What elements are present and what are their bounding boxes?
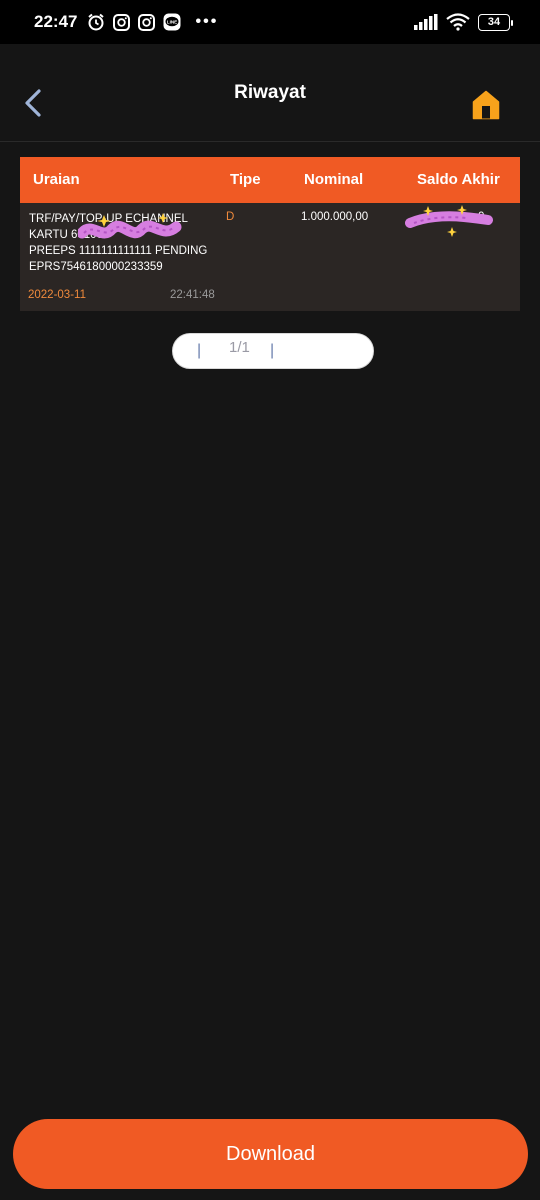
column-header-uraian: Uraian — [33, 171, 80, 188]
next-page-button[interactable]: | — [270, 342, 274, 360]
ending-balance: 0 — [478, 211, 485, 223]
previous-page-button[interactable]: | — [197, 342, 201, 360]
svg-text:LINE: LINE — [167, 19, 177, 24]
status-bar: 22:47 LINE ••• 34 — [0, 0, 540, 44]
battery-indicator: 34 — [478, 13, 513, 31]
home-button[interactable] — [472, 90, 502, 120]
transaction-date: 2022-03-11 — [28, 289, 86, 301]
instagram-icon — [138, 13, 156, 31]
wifi-icon — [446, 13, 470, 31]
transaction-time: 22:41:48 — [170, 289, 215, 301]
download-button[interactable]: Download — [13, 1119, 528, 1189]
transaction-table: Uraian Tipe Nominal Saldo Akhir TRF/PAY/… — [20, 157, 520, 311]
table-row[interactable]: TRF/PAY/TOP-UP ECHANNEL KARTU 601000 PRE… — [20, 203, 520, 311]
status-time: 22:47 — [34, 12, 78, 31]
home-icon — [472, 90, 500, 124]
chevron-left-icon — [23, 88, 43, 123]
line-app-icon: LINE — [163, 13, 181, 31]
transaction-amount: 1.000.000,00 — [301, 211, 369, 223]
page-indicator: 1/1 — [229, 339, 250, 356]
column-header-saldo-akhir: Saldo Akhir — [417, 171, 500, 188]
table-header: Uraian Tipe Nominal Saldo Akhir — [20, 157, 520, 203]
signal-icon — [414, 14, 438, 30]
alarm-icon — [87, 13, 105, 31]
page-title: Riwayat — [234, 81, 306, 103]
more-notifications-indicator: ••• — [195, 13, 219, 30]
status-bar-left: 22:47 LINE ••• — [34, 12, 218, 32]
page-header: Riwayat — [0, 44, 540, 142]
transaction-type: D — [226, 211, 235, 223]
transaction-description: TRF/PAY/TOP-UP ECHANNEL KARTU 601000 PRE… — [29, 213, 208, 273]
pagination-control: | 1/1 | — [172, 333, 374, 369]
column-header-nominal: Nominal — [304, 171, 364, 188]
instagram-icon — [113, 13, 131, 31]
back-button[interactable] — [20, 88, 46, 122]
column-header-tipe: Tipe — [230, 171, 261, 188]
status-bar-right: 34 — [414, 13, 513, 31]
